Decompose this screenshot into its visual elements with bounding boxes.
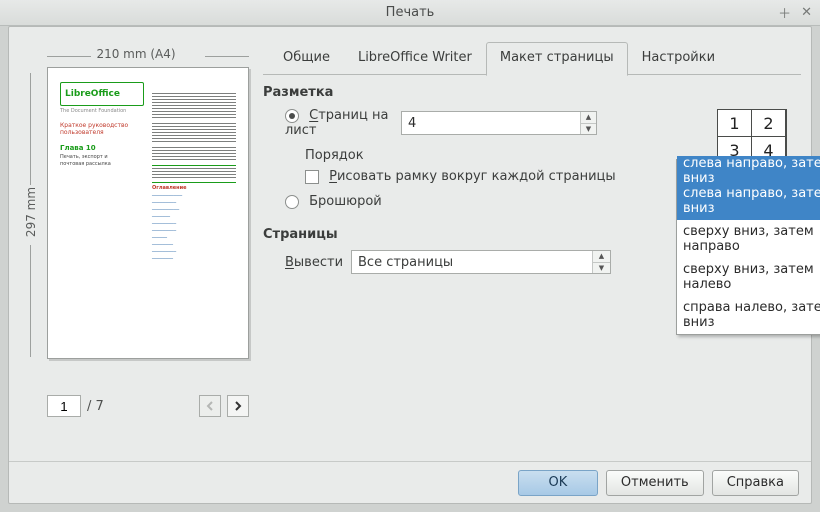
preview-chapter-line1: Печать, экспорт и [60,154,144,160]
dialog-footer: OK Отменить Справка [9,461,811,503]
next-page-button[interactable] [227,395,249,417]
page-height-dimension: 297 mm [21,65,41,365]
print-dialog: 210 mm (A4) 297 mm LibreOffice The Docum… [8,26,812,504]
help-button[interactable]: Справка [712,470,799,496]
window-close-icon[interactable]: ✕ [801,5,812,20]
preview-logo-text: LibreOffice [65,89,120,99]
order-dropdown-head[interactable]: слева направо, затем вниз ▲ ▼ [677,160,820,182]
tab-content: Разметка Страниц на лист 4 ▲ ▼ Порядок Р… [263,75,801,455]
preview-toc-heading: Оглавление [152,185,236,191]
order-option[interactable]: справа налево, затем вниз [677,296,820,334]
page-height-label: 297 mm [24,182,38,242]
combo-down-icon[interactable]: ▼ [593,262,610,274]
preview-pane: 210 mm (A4) 297 mm LibreOffice The Docum… [23,47,249,417]
page-total-label: / 7 [87,399,104,414]
combo-up-icon[interactable]: ▲ [593,251,610,262]
spin-up-icon[interactable]: ▲ [581,112,596,123]
title-bar: Печать ＋ ✕ [0,0,820,26]
brochure-radio[interactable] [285,195,299,209]
tab-general[interactable]: Общие [269,42,344,76]
prev-page-button[interactable] [199,395,221,417]
tab-bar: Общие LibreOffice Writer Макет страницы … [263,41,801,75]
layout-cell: 1 [717,109,752,137]
pages-per-sheet-label: Страниц на лист [285,108,388,138]
preview-red-text: Краткое руководство пользователя [60,122,144,136]
preview-pager: / 7 [47,395,249,417]
order-dropdown-value: слева направо, затем вниз [677,156,820,186]
pages-per-sheet-radio[interactable] [285,109,299,123]
output-combo-value: Все страницы [352,255,592,270]
page-width-dimension: 210 mm (A4) [23,47,249,67]
window-minimize-icon[interactable]: ＋ [778,3,791,22]
order-label: Порядок [263,148,391,163]
pages-per-sheet-spinner[interactable]: 4 ▲ ▼ [401,111,597,135]
tab-page-layout[interactable]: Макет страницы [486,42,628,76]
spin-down-icon[interactable]: ▼ [581,123,596,135]
layout-cell: 2 [751,109,786,137]
page-number-input[interactable] [47,395,81,417]
order-option[interactable]: слева направо, затем вниз [677,182,820,220]
preview-logo: LibreOffice [60,82,144,106]
brochure-label: Брошюрой [309,194,382,209]
preview-logo-sub: The Document Foundation [60,108,144,114]
draw-border-label: Рисовать рамку вокруг каждой страницы [329,169,616,184]
output-label: Вывести [285,255,343,270]
order-option[interactable]: сверху вниз, затем направо [677,220,820,258]
section-layout-heading: Разметка [263,85,801,100]
preview-col2-heading [152,84,236,91]
window-title: Печать [386,5,435,20]
preview-chapter: Глава 10 [60,144,144,152]
page-width-label: 210 mm (A4) [96,47,175,61]
order-dropdown[interactable]: слева направо, затем вниз ▲ ▼ слева напр… [676,159,820,335]
output-combo[interactable]: Все страницы ▲ ▼ [351,250,611,274]
order-option[interactable]: сверху вниз, затем налево [677,258,820,296]
tab-writer[interactable]: LibreOffice Writer [344,42,486,76]
ok-button[interactable]: OK [518,470,598,496]
pages-per-sheet-value: 4 [402,116,580,131]
preview-chapter-line2: почтовая рассылка [60,161,144,167]
tab-options[interactable]: Настройки [628,42,729,76]
cancel-button[interactable]: Отменить [606,470,704,496]
draw-border-checkbox[interactable] [305,170,319,184]
page-preview: LibreOffice The Document Foundation Крат… [47,67,249,359]
